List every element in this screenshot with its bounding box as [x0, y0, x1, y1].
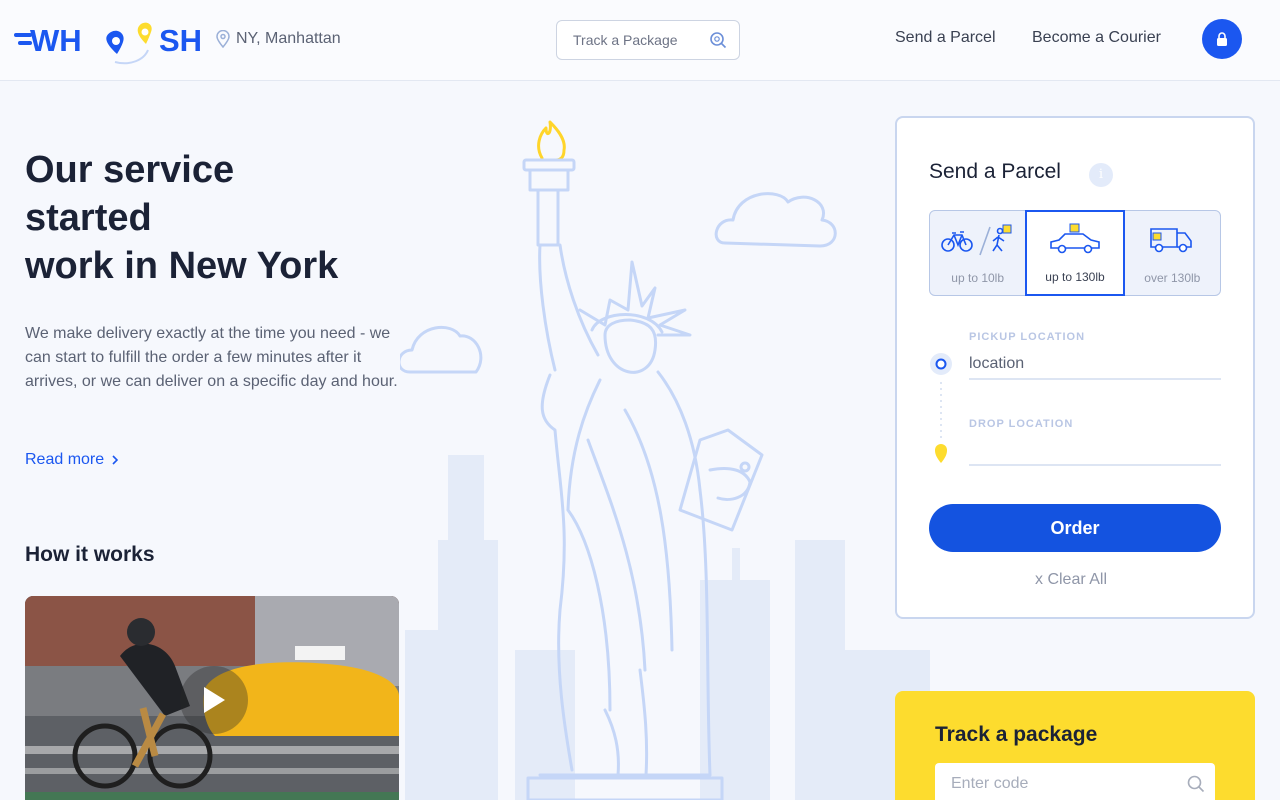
hero-title: Our service started work in New York	[25, 146, 405, 290]
hero-title-line: started	[25, 197, 152, 239]
clear-all-button[interactable]: x Clear All	[1035, 571, 1107, 589]
lock-icon	[1217, 32, 1227, 46]
mode-up-to-130lb[interactable]: up to 130lb	[1025, 210, 1125, 296]
track-package-title: Track a package	[935, 723, 1098, 746]
location-label: NY, Manhattan	[236, 30, 341, 47]
track-code-placeholder: Enter code	[951, 775, 1029, 792]
track-package-placeholder: Track a Package	[573, 32, 678, 48]
nav-become-courier[interactable]: Become a Courier	[1032, 29, 1161, 47]
route-line	[930, 353, 952, 463]
delivery-mode-selector: up to 10lb up to 130lb over 130lb	[929, 210, 1221, 296]
statue-of-liberty-illustration	[400, 120, 930, 800]
bike-walker-icon	[941, 224, 1012, 256]
whoosh-logo[interactable]: WH SH	[12, 14, 208, 68]
svg-text:WH: WH	[30, 23, 82, 58]
login-button[interactable]	[1202, 19, 1242, 59]
pin-icon	[216, 30, 230, 48]
search-icon[interactable]	[709, 31, 727, 49]
drop-location-input[interactable]	[969, 438, 1221, 464]
chevron-right-icon	[112, 455, 119, 465]
truck-icon	[1149, 228, 1192, 253]
play-icon	[204, 687, 225, 713]
track-package-card: Track a package Enter code	[895, 691, 1255, 800]
track-code-input[interactable]: Enter code	[935, 763, 1215, 800]
info-icon[interactable]: i	[1089, 163, 1113, 187]
mode-over-130lb[interactable]: over 130lb	[1125, 211, 1220, 295]
mode-label: up to 10lb	[951, 271, 1005, 285]
nav-send-parcel[interactable]: Send a Parcel	[895, 29, 996, 47]
hero-title-line: Our service	[25, 149, 235, 191]
hero-title-line: work in New York	[25, 245, 339, 287]
header: WH SH NY, Manhattan Track a Package Send…	[0, 0, 1280, 81]
hero-description: We make delivery exactly at the time you…	[25, 325, 398, 390]
how-it-works-title: How it works	[25, 543, 155, 566]
car-icon	[1050, 223, 1101, 254]
read-more-label: Read more	[25, 451, 105, 468]
mode-up-to-10lb[interactable]: up to 10lb	[930, 211, 1025, 295]
drop-location-label: DROP LOCATION	[969, 418, 1074, 430]
drop-underline	[969, 464, 1221, 466]
pickup-underline	[969, 378, 1221, 380]
how-it-works-video[interactable]	[25, 596, 399, 800]
send-parcel-card: Send a Parcel i up to 10lb up to 130lb o…	[895, 116, 1255, 619]
play-button[interactable]	[180, 666, 248, 734]
search-icon[interactable]	[1187, 775, 1205, 793]
order-button[interactable]: Order	[929, 504, 1221, 552]
send-parcel-title: Send a Parcel	[929, 160, 1061, 183]
mode-label: over 130lb	[1144, 271, 1201, 285]
read-more-link[interactable]: Read more	[25, 451, 119, 469]
pickup-location-label: PICKUP LOCATION	[969, 331, 1086, 343]
pickup-location-input[interactable]: location	[969, 355, 1024, 373]
svg-text:SH: SH	[159, 23, 202, 58]
mode-label: up to 130lb	[1045, 270, 1105, 284]
track-package-input[interactable]: Track a Package	[556, 20, 740, 60]
location-selector[interactable]: NY, Manhattan	[216, 30, 341, 48]
